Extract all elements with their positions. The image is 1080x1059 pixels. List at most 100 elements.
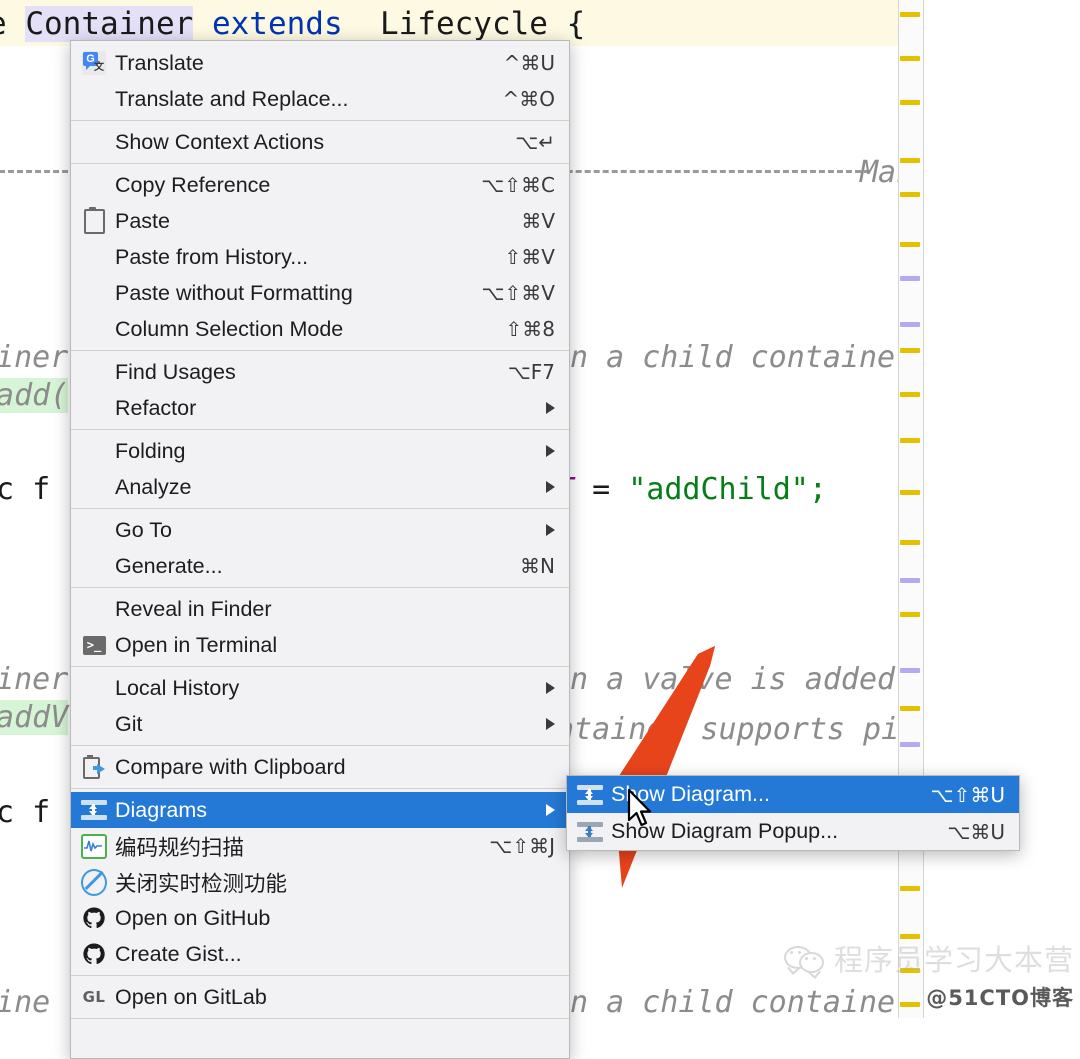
marker-stripe[interactable]: [900, 934, 920, 939]
menu-item-translate-and-replace[interactable]: Translate and Replace... ^⌘O: [71, 81, 569, 117]
menu-item-shortcut: ⌥⇧⌘V: [481, 281, 556, 305]
menu-separator: [71, 350, 569, 351]
menu-item-reveal-in-finder[interactable]: Reveal in Finder: [71, 591, 569, 627]
marker-stripe[interactable]: [900, 348, 920, 353]
empty-icon-slot: [81, 359, 107, 385]
menu-item-label: Refactor: [115, 395, 197, 420]
menu-separator: [71, 508, 569, 509]
menu-item-copy-reference[interactable]: Copy Reference ⌥⇧⌘C: [71, 167, 569, 203]
menu-item-label: Reveal in Finder: [115, 596, 272, 621]
marker-stripe[interactable]: [900, 612, 920, 617]
submenu-arrow-icon: [546, 402, 555, 414]
menu-item-label: Open on GitLab: [115, 984, 267, 1009]
code-line-field-decl-1: ic f: [0, 472, 51, 507]
code-line-pipeline-comment: ntainer supports pi: [556, 712, 900, 747]
menu-item-open-on-github[interactable]: Open on GitHub: [71, 900, 569, 936]
diagrams-submenu[interactable]: Show Diagram... ⌥⇧⌘U Show Diagram Popup.…: [566, 775, 1020, 851]
menu-item-paste-without-formatting[interactable]: Paste without Formatting ⌥⇧⌘V: [71, 275, 569, 311]
marker-stripe[interactable]: [900, 438, 920, 443]
menu-item-local-history[interactable]: Local History: [71, 670, 569, 706]
marker-stripe[interactable]: [900, 392, 920, 397]
menu-item-partially-visible[interactable]: [71, 1022, 569, 1058]
submenu-arrow-icon: [546, 718, 555, 730]
menu-item-open-in-terminal[interactable]: >_ Open in Terminal: [71, 627, 569, 663]
github-icon: [81, 905, 107, 931]
empty-icon-slot: [81, 172, 107, 198]
marker-stripe[interactable]: [900, 100, 920, 105]
submenu-arrow-icon: [546, 524, 555, 536]
marker-stripe[interactable]: [900, 668, 920, 673]
marker-stripe[interactable]: [900, 192, 920, 197]
menu-item-translate[interactable]: G文 Translate ^⌘U: [71, 45, 569, 81]
menu-item-label: Find Usages: [115, 359, 236, 384]
marker-stripe[interactable]: [900, 706, 920, 711]
diagram-icon: [577, 819, 603, 845]
menu-item-column-selection-mode[interactable]: Column Selection Mode ⇧⌘8: [71, 311, 569, 347]
empty-icon-slot: [81, 244, 107, 270]
diagram-icon: [577, 782, 603, 808]
empty-icon-slot: [81, 1027, 107, 1053]
marker-stripe[interactable]: [900, 158, 920, 163]
menu-item-code-convention-scan[interactable]: 编码规约扫描 ⌥⇧⌘J: [71, 828, 569, 864]
menu-item-generate[interactable]: Generate... ⌘N: [71, 548, 569, 584]
marker-stripe[interactable]: [900, 540, 920, 545]
menu-item-label: Compare with Clipboard: [115, 754, 346, 779]
menu-item-label: Paste: [115, 208, 170, 233]
marker-gutter[interactable]: [898, 0, 924, 1018]
submenu-item-show-diagram[interactable]: Show Diagram... ⌥⇧⌘U: [567, 776, 1019, 813]
menu-item-open-on-gitlab[interactable]: GL Open on GitLab: [71, 979, 569, 1015]
marker-stripe[interactable]: [900, 968, 920, 973]
menu-item-find-usages[interactable]: Find Usages ⌥F7: [71, 354, 569, 390]
submenu-arrow-icon: [546, 445, 555, 457]
ban-icon: [81, 868, 107, 896]
menu-item-paste[interactable]: Paste ⌘V: [71, 203, 569, 239]
marker-stripe[interactable]: [900, 490, 920, 495]
marker-stripe[interactable]: [900, 56, 920, 61]
marker-stripe[interactable]: [900, 578, 920, 583]
menu-item-label: Column Selection Mode: [115, 316, 344, 341]
diagram-icon: [81, 797, 107, 823]
marker-stripe[interactable]: [900, 242, 920, 247]
marker-stripe[interactable]: [900, 276, 920, 281]
menu-item-shortcut: ^⌘O: [502, 87, 556, 111]
menu-item-label: Paste from History...: [115, 244, 309, 269]
menu-item-refactor[interactable]: Refactor: [71, 390, 569, 426]
menu-item-go-to[interactable]: Go To: [71, 512, 569, 548]
submenu-arrow-icon: [546, 682, 555, 694]
menu-item-compare-with-clipboard[interactable]: Compare with Clipboard: [71, 749, 569, 785]
marker-stripe[interactable]: [900, 742, 920, 747]
code-line-declaration: e Container extends Lifecycle {: [0, 6, 585, 42]
clipboard-icon: [81, 206, 107, 234]
submenu-item-show-diagram-popup[interactable]: Show Diagram Popup... ⌥⌘U: [567, 813, 1019, 850]
marker-stripe[interactable]: [900, 886, 920, 891]
marker-stripe[interactable]: [900, 1002, 920, 1007]
code-line-valve-comment: n a valve is added: [570, 662, 896, 697]
menu-separator: [71, 1018, 569, 1019]
marker-stripe[interactable]: [900, 12, 920, 17]
menu-item-show-context-actions[interactable]: Show Context Actions ⌥↵: [71, 124, 569, 160]
context-menu[interactable]: G文 Translate ^⌘U Translate and Replace..…: [70, 40, 570, 1059]
code-line-comment-3: ainer: [0, 662, 69, 697]
menu-item-label: Analyze: [115, 474, 192, 499]
submenu-item-label: Show Diagram Popup...: [611, 819, 839, 843]
code-line-field-decl-2: ic f: [0, 795, 51, 830]
menu-item-disable-realtime-detection[interactable]: 关闭实时检测功能: [71, 864, 569, 900]
menu-item-git[interactable]: Git: [71, 706, 569, 742]
menu-separator: [71, 587, 569, 588]
marker-stripe[interactable]: [900, 322, 920, 327]
menu-item-folding[interactable]: Folding: [71, 433, 569, 469]
empty-icon-slot: [81, 395, 107, 421]
menu-separator: [71, 163, 569, 164]
menu-item-diagrams[interactable]: Diagrams: [71, 792, 569, 828]
menu-item-shortcut: ^⌘U: [503, 51, 555, 75]
menu-item-label: Generate...: [115, 553, 223, 578]
menu-item-paste-from-history[interactable]: Paste from History... ⇧⌘V: [71, 239, 569, 275]
empty-icon-slot: [81, 474, 107, 500]
menu-separator: [71, 666, 569, 667]
menu-item-create-gist[interactable]: Create Gist...: [71, 936, 569, 972]
menu-separator: [71, 788, 569, 789]
menu-item-shortcut: ⌥↵: [515, 130, 555, 154]
menu-item-shortcut: ⌥F7: [507, 360, 555, 384]
empty-icon-slot: [81, 711, 107, 737]
menu-item-analyze[interactable]: Analyze: [71, 469, 569, 505]
